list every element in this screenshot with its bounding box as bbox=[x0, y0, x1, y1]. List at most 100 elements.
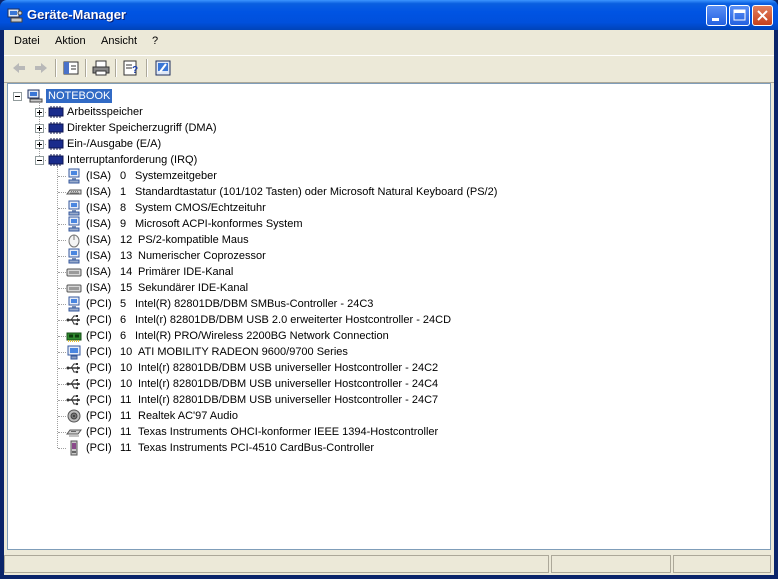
irq-entry-row[interactable]: (PCI) 11 Realtek AC'97 Audio bbox=[8, 408, 708, 424]
collapse-toggle[interactable] bbox=[13, 92, 22, 101]
irq-entry-row[interactable]: (PCI) 6 Intel(R) PRO/Wireless 2200BG Netwo… bbox=[8, 328, 708, 344]
irq-device-name: PS/2-kompatible Maus bbox=[138, 234, 249, 246]
close-button[interactable] bbox=[752, 5, 773, 26]
back-arrow-icon[interactable] bbox=[10, 59, 28, 77]
irq-bus-label: (PCI) bbox=[86, 442, 112, 454]
properties-icon[interactable]: ? bbox=[122, 59, 140, 77]
irq-entry-row[interactable]: (PCI) 11 Texas Instruments OHCI-konformer … bbox=[8, 424, 708, 440]
irq-device-name: Sekundärer IDE-Kanal bbox=[138, 282, 249, 294]
irq-number: 11 bbox=[120, 394, 132, 406]
irq-bus-label: (ISA) bbox=[86, 186, 112, 198]
network-card-icon bbox=[66, 332, 82, 342]
irq-entry-row[interactable]: (PCI) 10 ATI MOBILITY RADEON 9600/9700 Ser… bbox=[8, 344, 708, 360]
print-icon[interactable] bbox=[92, 59, 110, 77]
collapse-toggle[interactable] bbox=[35, 156, 44, 165]
irq-number: 14 bbox=[120, 266, 133, 278]
tree-category-row[interactable]: Arbeitsspeicher bbox=[8, 104, 408, 120]
memory-chip-icon bbox=[48, 122, 64, 134]
update-driver-icon[interactable] bbox=[154, 59, 172, 77]
irq-number: 11 bbox=[120, 426, 132, 438]
window-body: Datei Aktion Ansicht ? ? NOTEBOOK Arbeits… bbox=[4, 30, 774, 575]
irq-entry-row[interactable]: (PCI) 6 Intel(r) 82801DB/DBM USB 2.0 erwei… bbox=[8, 312, 708, 328]
irq-number: 11 bbox=[120, 442, 132, 454]
irq-bus-label: (ISA) bbox=[86, 266, 112, 278]
irq-bus-label: (PCI) bbox=[86, 378, 112, 390]
irq-bus-label: (PCI) bbox=[86, 314, 112, 326]
memory-chip-icon bbox=[48, 138, 64, 150]
expand-toggle[interactable] bbox=[35, 124, 44, 133]
irq-bus-label: (ISA) bbox=[86, 234, 112, 246]
irq-entry-row[interactable]: (ISA) 13 Numerischer Coprozessor bbox=[8, 248, 708, 264]
tree-guide-line bbox=[58, 224, 66, 226]
irq-number: 10 bbox=[120, 346, 133, 358]
irq-device-name: Texas Instruments PCI-4510 CardBus-Contr… bbox=[138, 442, 374, 454]
device-manager-window: Geräte-Manager Datei Aktion Ansicht ? ? bbox=[0, 0, 778, 579]
irq-number: 5 bbox=[120, 298, 127, 310]
tree-category-row[interactable]: Ein-/Ausgabe (E/A) bbox=[8, 136, 408, 152]
monitor-computer-icon bbox=[68, 296, 80, 312]
tree-category-row[interactable]: Interruptanforderung (IRQ) bbox=[8, 152, 408, 168]
irq-entry-row[interactable]: (PCI) 11 Texas Instruments PCI-4510 CardBu… bbox=[8, 440, 708, 456]
ide-controller-icon bbox=[66, 268, 82, 277]
device-manager-icon bbox=[7, 8, 23, 23]
tree-guide-line bbox=[58, 352, 66, 354]
menu-datei[interactable]: Datei bbox=[14, 35, 40, 47]
menu-ansicht[interactable]: Ansicht bbox=[101, 35, 137, 47]
irq-bus-label: (ISA) bbox=[86, 282, 112, 294]
irq-device-name: Numerischer Coprozessor bbox=[138, 250, 266, 262]
irq-number: 0 bbox=[120, 170, 127, 182]
irq-entry-row[interactable]: (PCI) 10 Intel(r) 82801DB/DBM USB universe… bbox=[8, 360, 708, 376]
tree-category-row[interactable]: Direkter Speicherzugriff (DMA) bbox=[8, 120, 408, 136]
display-adapter-icon bbox=[67, 345, 81, 360]
irq-entry-row[interactable]: (ISA) 0 Systemzeitgeber bbox=[8, 168, 708, 184]
title-bar[interactable]: Geräte-Manager bbox=[0, 0, 778, 30]
irq-bus-label: (PCI) bbox=[86, 394, 112, 406]
device-tree[interactable]: NOTEBOOK Arbeitsspeicher Direkter Speicher… bbox=[7, 83, 771, 550]
irq-bus-label: (ISA) bbox=[86, 170, 112, 182]
tree-root-row[interactable]: NOTEBOOK bbox=[8, 88, 308, 104]
irq-entry-row[interactable]: (ISA) 9 Microsoft ACPI-konformes System bbox=[8, 216, 708, 232]
irq-device-name: Intel(r) 82801DB/DBM USB 2.0 erweiterter… bbox=[135, 314, 452, 326]
minimize-button[interactable] bbox=[706, 5, 727, 26]
tree-category-label: Ein-/Ausgabe (E/A) bbox=[67, 138, 162, 150]
tree-guide-line bbox=[58, 288, 66, 290]
irq-device-name: Intel(R) PRO/Wireless 2200BG Network Con… bbox=[135, 330, 389, 342]
forward-arrow-icon[interactable] bbox=[32, 59, 50, 77]
irq-bus-label: (PCI) bbox=[86, 346, 112, 358]
irq-entry-row[interactable]: (PCI) 11 Intel(r) 82801DB/DBM USB universe… bbox=[8, 392, 708, 408]
tree-guide-line bbox=[58, 432, 66, 434]
irq-entry-row[interactable]: (ISA) 8 System CMOS/Echtzeituhr bbox=[8, 200, 708, 216]
irq-entry-row[interactable]: (PCI) 5 Intel(R) 82801DB/DBM SMBus-Control… bbox=[8, 296, 708, 312]
memory-chip-icon bbox=[48, 154, 64, 166]
irq-device-name: Intel(r) 82801DB/DBM USB universeller Ho… bbox=[138, 362, 439, 374]
toolbar-separator bbox=[146, 59, 148, 77]
expand-toggle[interactable] bbox=[35, 108, 44, 117]
irq-number: 6 bbox=[120, 314, 127, 326]
irq-bus-label: (PCI) bbox=[86, 362, 112, 374]
tree-guide-line bbox=[58, 416, 66, 418]
irq-bus-label: (ISA) bbox=[86, 202, 112, 214]
irq-device-name: Primärer IDE-Kanal bbox=[138, 266, 234, 278]
menu-help[interactable]: ? bbox=[152, 35, 158, 47]
irq-device-name: Intel(R) 82801DB/DBM SMBus-Controller - … bbox=[135, 298, 374, 310]
tree-guide-line bbox=[58, 304, 66, 306]
irq-entry-row[interactable]: (ISA) 15 Sekundärer IDE-Kanal bbox=[8, 280, 708, 296]
irq-entry-row[interactable]: (ISA) 1 Standardtastatur (101/102 Tasten) … bbox=[8, 184, 708, 200]
irq-entry-row[interactable]: (PCI) 10 Intel(r) 82801DB/DBM USB universe… bbox=[8, 376, 708, 392]
tree-category-label: Direkter Speicherzugriff (DMA) bbox=[67, 122, 217, 134]
show-hide-tree-icon[interactable] bbox=[62, 59, 80, 77]
monitor-computer-icon bbox=[68, 200, 80, 216]
maximize-button[interactable] bbox=[729, 5, 750, 26]
toolbar-separator bbox=[55, 59, 57, 77]
irq-device-name: Intel(r) 82801DB/DBM USB universeller Ho… bbox=[138, 394, 439, 406]
expand-toggle[interactable] bbox=[35, 140, 44, 149]
irq-entry-row[interactable]: (ISA) 12 PS/2-kompatible Maus bbox=[8, 232, 708, 248]
tree-guide-line bbox=[58, 208, 66, 210]
irq-device-name: Intel(r) 82801DB/DBM USB universeller Ho… bbox=[138, 378, 439, 390]
close-icon bbox=[757, 10, 768, 21]
irq-bus-label: (PCI) bbox=[86, 410, 112, 422]
menu-aktion[interactable]: Aktion bbox=[55, 35, 86, 47]
tree-guide-line bbox=[58, 368, 66, 370]
irq-device-name: System CMOS/Echtzeituhr bbox=[135, 202, 266, 214]
irq-entry-row[interactable]: (ISA) 14 Primärer IDE-Kanal bbox=[8, 264, 708, 280]
